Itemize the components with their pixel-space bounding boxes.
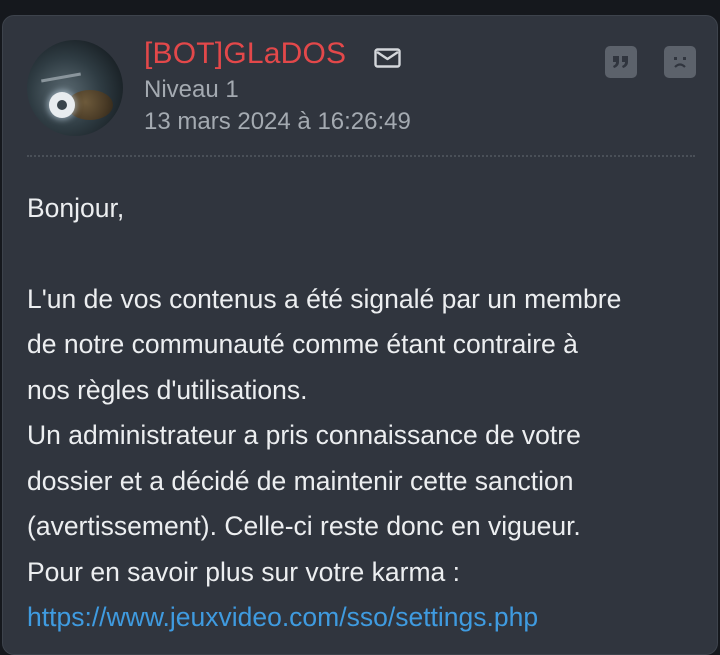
author-name[interactable]: [BOT]GLaDOS: [144, 37, 346, 71]
report-button[interactable]: [664, 46, 696, 78]
message-line: de notre communauté comme étant contrair…: [27, 329, 578, 359]
message-line: (avertissement). Celle-ci reste donc en …: [27, 511, 581, 541]
quote-icon: [613, 56, 628, 68]
message-line: nos règles d'utilisations.: [27, 374, 308, 405]
avatar-eye-decor: [49, 92, 75, 118]
message-line: dossier et a décidé de maintenir cette s…: [27, 465, 574, 496]
sad-face-icon: [674, 57, 686, 68]
author-level: Niveau 1: [144, 76, 239, 103]
avatar-arm-decor: [41, 72, 81, 83]
post-date[interactable]: 13 mars 2024 à 16:26:49: [144, 108, 411, 136]
message-card: [BOT]GLaDOS Niveau 1 13 mars 2024 à 16:2…: [2, 15, 718, 655]
avatar[interactable]: [27, 40, 123, 136]
message-line: Un administrateur a pris connaissance de…: [27, 420, 581, 450]
message-body: Bonjour, L'un de vos contenus a été sign…: [27, 186, 707, 641]
message-line: L'un de vos contenus a été signalé par u…: [27, 283, 622, 314]
quote-button[interactable]: [605, 46, 637, 78]
header-divider: [27, 155, 695, 157]
message-line: Pour en savoir plus sur votre karma :: [27, 556, 461, 587]
settings-link[interactable]: https://www.jeuxvideo.com/sso/settings.p…: [27, 602, 538, 632]
greeting: Bonjour,: [27, 193, 125, 223]
mail-icon[interactable]: [374, 48, 401, 68]
